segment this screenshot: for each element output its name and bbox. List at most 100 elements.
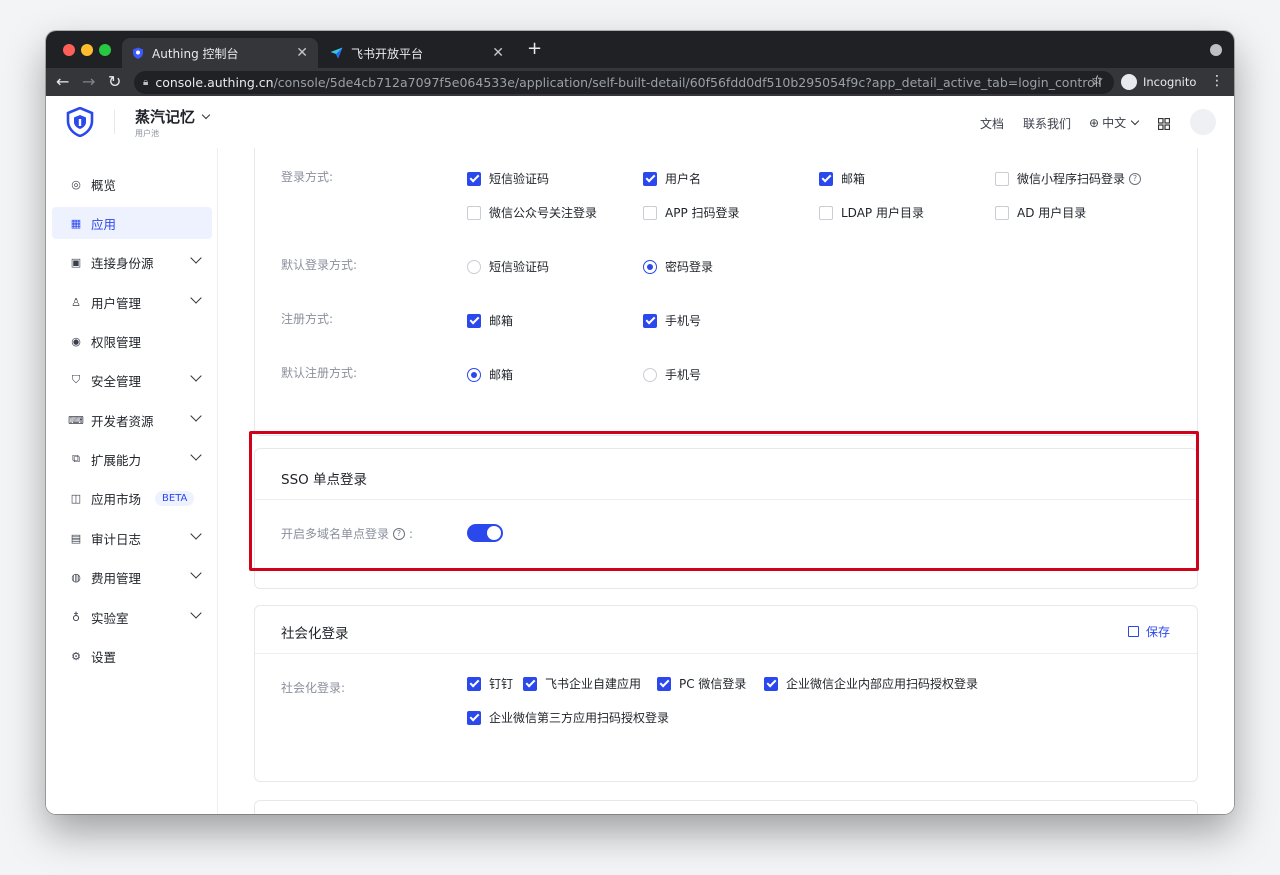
sidebar-item-apps[interactable]: ▦ 应用 xyxy=(52,207,212,239)
chevron-down-icon xyxy=(190,449,202,461)
checkbox[interactable] xyxy=(467,171,481,186)
login-method-sms[interactable]: 短信验证码 xyxy=(467,170,549,187)
register-method-email[interactable]: 邮箱 xyxy=(467,312,513,329)
radio[interactable] xyxy=(467,259,481,274)
sidebar-item-billing[interactable]: ◍ 费用管理 xyxy=(52,561,212,593)
avatar[interactable] xyxy=(1190,109,1216,135)
checkbox[interactable] xyxy=(643,205,657,220)
option-label: AD 用户目录 xyxy=(1017,206,1087,220)
default-register-phone[interactable]: 手机号 xyxy=(643,366,701,383)
org-subtitle: 用户池 xyxy=(135,129,159,138)
option-label: 邮箱 xyxy=(489,314,514,328)
chevron-down-icon xyxy=(190,607,202,619)
social-feishu[interactable]: 飞书企业自建应用 xyxy=(523,675,641,692)
option-label: 微信小程序扫码登录 xyxy=(1017,172,1126,186)
close-tab-icon[interactable]: ✕ xyxy=(296,45,308,61)
register-methods-label: 注册方式: xyxy=(281,312,334,326)
default-login-label: 默认登录方式: xyxy=(281,258,358,272)
login-method-ad[interactable]: AD 用户目录 xyxy=(995,204,1086,221)
org-switcher[interactable]: 蒸汽记忆 xyxy=(135,106,211,127)
reload-icon[interactable]: ↻ xyxy=(108,72,121,91)
sidebar-item-overview[interactable]: ◎ 概览 xyxy=(52,168,212,200)
social-dingtalk[interactable]: 钉钉 xyxy=(467,675,513,692)
option-label: 密码登录 xyxy=(665,260,714,274)
option-label: 邮箱 xyxy=(489,368,514,382)
checkbox[interactable] xyxy=(995,171,1009,186)
checkbox[interactable] xyxy=(467,676,481,691)
minimize-window-button[interactable] xyxy=(81,44,93,56)
social-wecom-internal[interactable]: 企业微信企业内部应用扫码授权登录 xyxy=(764,675,978,692)
sidebar-item-users[interactable]: ♙ 用户管理 xyxy=(52,286,212,318)
default-login-password[interactable]: 密码登录 xyxy=(643,258,713,275)
app-root: 蒸汽记忆 用户池 文档 联系我们 ⊕ 中文 ◎ 概览 ▦ 应用 ▣ 连接身份源 ♙ 用户… xyxy=(46,96,1234,814)
beta-badge: BETA xyxy=(155,490,195,506)
app-header: 蒸汽记忆 用户池 文档 联系我们 ⊕ 中文 xyxy=(46,96,1234,149)
sidebar-item-security[interactable]: ⛉ 安全管理 xyxy=(52,364,212,396)
new-tab-icon[interactable]: + xyxy=(527,38,542,59)
social-pc-wechat[interactable]: PC 微信登录 xyxy=(657,675,746,692)
checkbox[interactable] xyxy=(467,710,481,725)
default-login-sms[interactable]: 短信验证码 xyxy=(467,258,549,275)
docs-link[interactable]: 文档 xyxy=(980,115,1004,132)
tab-search-icon[interactable] xyxy=(1210,44,1222,56)
sidebar-item-lab[interactable]: ♁ 实验室 xyxy=(52,601,212,633)
checkbox[interactable] xyxy=(995,205,1009,220)
back-icon[interactable]: ← xyxy=(56,72,69,91)
login-method-app-scan[interactable]: APP 扫码登录 xyxy=(643,204,740,221)
sidebar-item-audit[interactable]: ▤ 审计日志 xyxy=(52,522,212,554)
save-button[interactable]: 保存 xyxy=(1128,623,1170,640)
option-label: 手机号 xyxy=(665,314,702,328)
checkbox[interactable] xyxy=(819,205,833,220)
code-icon: ⌨ xyxy=(68,413,84,427)
option-label: 企业微信第三方应用扫码授权登录 xyxy=(489,711,670,725)
tab-feishu[interactable]: 飞书开放平台 ✕ xyxy=(320,38,514,68)
forward-icon[interactable]: → xyxy=(82,72,95,91)
close-window-button[interactable] xyxy=(63,44,75,56)
lab-icon: ♁ xyxy=(71,610,81,624)
checkbox[interactable] xyxy=(467,205,481,220)
contact-link[interactable]: 联系我们 xyxy=(1023,115,1071,132)
sidebar-item-developer[interactable]: ⌨ 开发者资源 xyxy=(52,404,212,436)
register-method-phone[interactable]: 手机号 xyxy=(643,312,701,329)
sidebar-item-market[interactable]: ◫ 应用市场 BETA xyxy=(52,482,212,514)
sidebar-item-identity[interactable]: ▣ 连接身份源 xyxy=(52,246,212,278)
social-login-label: 社会化登录: xyxy=(281,681,346,695)
app-grid-icon[interactable] xyxy=(1157,115,1171,131)
checkbox[interactable] xyxy=(657,676,671,691)
radio[interactable] xyxy=(643,367,657,382)
extension-icon: ⧉ xyxy=(72,452,80,465)
login-method-miniprogram[interactable]: 微信小程序扫码登录? xyxy=(995,170,1142,187)
radio[interactable] xyxy=(643,259,657,274)
language-switcher[interactable]: ⊕ 中文 xyxy=(1089,114,1140,131)
option-label: 邮箱 xyxy=(841,172,866,186)
sidebar-item-permissions[interactable]: ◉ 权限管理 xyxy=(52,325,212,357)
bookmark-star-icon[interactable]: ☆ xyxy=(1091,73,1104,89)
help-icon[interactable]: ? xyxy=(1129,172,1142,185)
maximize-window-button[interactable] xyxy=(99,44,111,56)
billing-icon: ◍ xyxy=(71,570,81,584)
close-tab-icon[interactable]: ✕ xyxy=(492,45,504,61)
url-field[interactable]: 🔒︎ console.authing.cn/console/5de4cb712a… xyxy=(134,71,1114,94)
default-register-email[interactable]: 邮箱 xyxy=(467,366,513,383)
save-label: 保存 xyxy=(1146,625,1171,639)
checkbox[interactable] xyxy=(523,676,537,691)
checkbox[interactable] xyxy=(819,171,833,186)
checkbox[interactable] xyxy=(764,676,778,691)
settings-icon: ⚙ xyxy=(71,649,81,663)
sidebar-item-extensions[interactable]: ⧉ 扩展能力 xyxy=(52,443,212,475)
incognito-indicator[interactable]: Incognito xyxy=(1121,72,1196,92)
checkbox[interactable] xyxy=(467,313,481,328)
checkbox[interactable] xyxy=(643,313,657,328)
social-wecom-third-party[interactable]: 企业微信第三方应用扫码授权登录 xyxy=(467,709,669,726)
tab-authing[interactable]: Authing 控制台 ✕ xyxy=(122,38,318,68)
radio[interactable] xyxy=(467,367,481,382)
sidebar-item-settings[interactable]: ⚙ 设置 xyxy=(52,640,212,672)
incognito-label: Incognito xyxy=(1143,75,1197,89)
checkbox[interactable] xyxy=(643,171,657,186)
login-method-ldap[interactable]: LDAP 用户目录 xyxy=(819,204,924,221)
login-method-email[interactable]: 邮箱 xyxy=(819,170,865,187)
login-method-wechat-mp[interactable]: 微信公众号关注登录 xyxy=(467,204,597,221)
save-icon xyxy=(1128,626,1139,637)
browser-menu-icon[interactable]: ⋮ xyxy=(1210,73,1224,89)
login-method-username[interactable]: 用户名 xyxy=(643,170,701,187)
